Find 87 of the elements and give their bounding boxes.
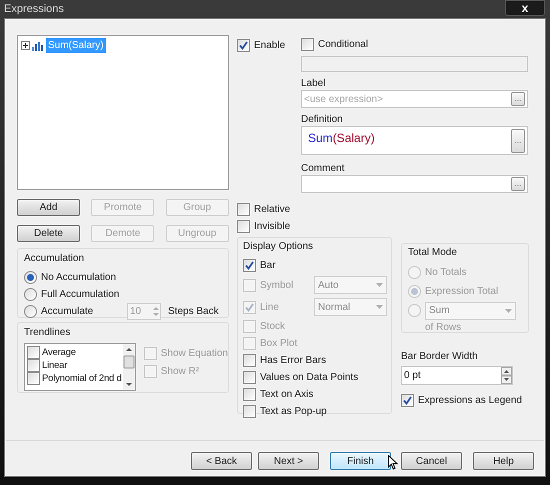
group-title: Trendlines (24, 326, 72, 340)
radio-button[interactable] (408, 285, 421, 298)
checkbox-label: Stock (260, 320, 286, 333)
spinner-arrows-icon (152, 305, 160, 318)
field-caption: Comment (301, 162, 346, 176)
dropdown-value: Normal (318, 300, 350, 314)
checkbox[interactable] (301, 38, 314, 52)
button[interactable]: Cancel (401, 452, 462, 470)
group-title: Accumulation (24, 252, 86, 266)
checkbox-label: Show R² (160, 364, 200, 378)
dropdown-value: Sum (429, 304, 450, 318)
checkbox-label: Values on Data Points (260, 371, 358, 384)
checkbox-label: Has Error Bars (260, 354, 326, 367)
radio-button[interactable] (408, 266, 421, 279)
comment-field[interactable]: ... (301, 175, 528, 193)
checkbox[interactable] (243, 405, 256, 418)
caret-icon (376, 283, 383, 287)
checkbox[interactable] (243, 388, 256, 401)
button[interactable]: Help (473, 452, 534, 470)
checkbox[interactable] (237, 220, 250, 232)
checkbox-label: Expressions as Legend (418, 394, 522, 406)
radio-button[interactable] (408, 304, 421, 317)
definition-field[interactable]: Sum(Salary) ... (301, 126, 528, 156)
total-mode-suffix: of Rows (424, 321, 462, 335)
radio-button[interactable] (24, 288, 37, 301)
button[interactable]: Next > (258, 452, 319, 470)
checkbox-label: Symbol (260, 278, 294, 292)
field-caption: Bar Border Width (401, 350, 479, 364)
checkbox-label: Enable (254, 38, 286, 52)
placeholder-text: <use expression> (304, 92, 383, 107)
spinner-value: 10 (130, 305, 142, 319)
button[interactable]: < Back (191, 452, 252, 470)
caret-icon (505, 308, 512, 312)
button[interactable]: Delete (17, 225, 80, 242)
radio-label: No Totals (425, 266, 467, 280)
radio-label: Expression Total (425, 285, 498, 299)
checkbox[interactable] (27, 372, 40, 385)
checkbox[interactable] (237, 38, 250, 52)
checkbox-label: Bar (260, 259, 276, 272)
browse-button[interactable]: ... (511, 177, 525, 192)
checkbox-label: Show Equation (160, 346, 228, 360)
group-title: Display Options (243, 240, 314, 254)
cursor-icon (388, 455, 398, 471)
checkbox-label: Box Plot (260, 337, 298, 350)
radio-button[interactable] (24, 271, 37, 284)
list-item[interactable]: Linear (42, 360, 68, 372)
group-title: Total Mode (408, 246, 458, 260)
tree-item[interactable]: Sum(Salary) (46, 38, 106, 53)
browse-button[interactable]: ... (511, 128, 525, 153)
radio-label: No Accumulation (41, 271, 116, 284)
checkbox[interactable] (237, 202, 250, 216)
browse-button[interactable]: ... (511, 92, 525, 106)
radio-button[interactable] (24, 305, 37, 318)
dropdown[interactable]: Sum (425, 302, 516, 320)
bar-chart-icon (32, 40, 44, 50)
close-button[interactable]: x (505, 0, 545, 16)
checkbox[interactable] (401, 394, 414, 406)
button[interactable]: Finish (330, 452, 391, 470)
steps-label: Steps Back (168, 305, 219, 319)
radio-label: Full Accumulation (41, 288, 120, 301)
checkbox[interactable] (27, 359, 40, 372)
bar-border-width-field[interactable]: 0 pt (401, 366, 513, 385)
expression-text: Sum(Salary) (308, 130, 375, 147)
list-item[interactable]: Average (42, 346, 76, 358)
checkbox-label: Line (260, 300, 279, 314)
dropdown-value: Auto (318, 278, 339, 292)
checkbox[interactable] (243, 259, 256, 272)
checkbox-label: Text as Pop-up (260, 405, 327, 418)
window-title: Expressions (4, 2, 64, 17)
checkbox-label: Text on Axis (260, 388, 314, 401)
field-caption: Label (301, 77, 326, 90)
checkbox[interactable] (243, 371, 256, 384)
steps-spinner[interactable]: 10 (127, 303, 161, 320)
label-field[interactable]: <use expression> ... (301, 90, 528, 108)
field-caption: Definition (301, 112, 344, 126)
checkbox[interactable] (243, 354, 256, 367)
spinner-arrows-icon (501, 367, 512, 384)
list-item[interactable]: Polynomial of 2nd d (42, 372, 122, 384)
field-value: 0 pt (404, 369, 421, 383)
checkbox-label: Relative (254, 202, 290, 216)
caret-icon (376, 305, 383, 309)
button[interactable]: Add (17, 199, 80, 216)
checkbox-label: Conditional (318, 38, 368, 52)
checkbox[interactable] (27, 346, 40, 359)
conditional-field[interactable] (301, 56, 528, 72)
checkbox-label: Invisible (254, 220, 290, 232)
radio-label: Accumulate (41, 305, 94, 318)
